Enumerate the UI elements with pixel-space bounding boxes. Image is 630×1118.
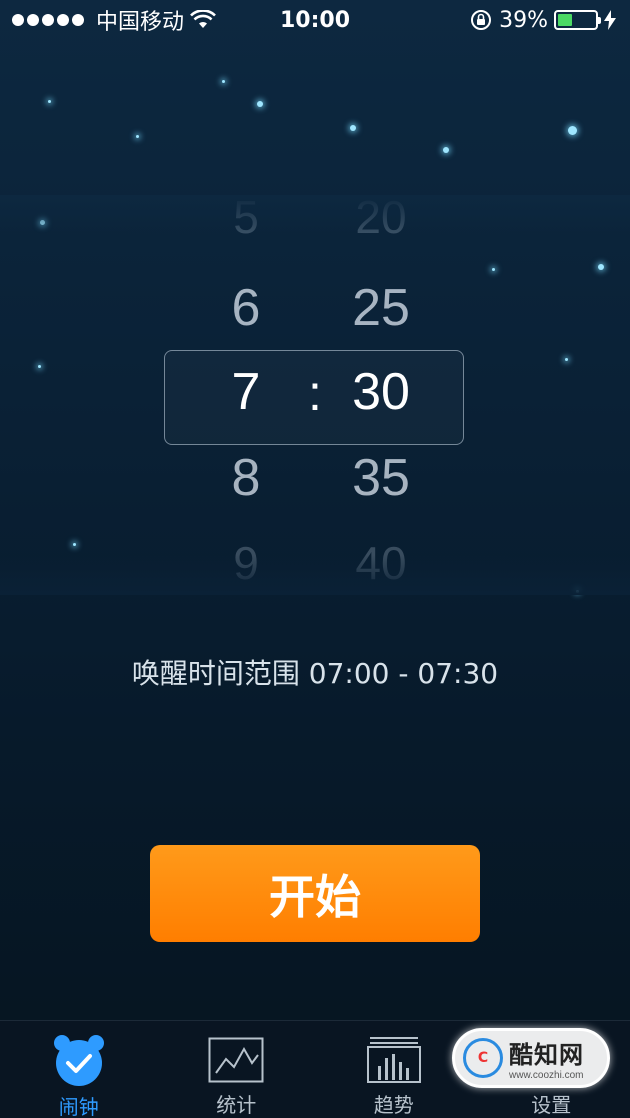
watermark-url: www.coozhi.com <box>509 1070 584 1081</box>
star <box>48 100 51 103</box>
star <box>350 125 356 131</box>
line-chart-icon <box>207 1035 265 1085</box>
watermark-text: 酷知网 www.coozhi.com <box>509 1035 584 1081</box>
alarm-clock-icon <box>50 1035 108 1087</box>
picker-fade-bottom <box>0 555 630 595</box>
status-right: 39% <box>469 8 616 33</box>
watermark-title: 酷知网 <box>509 1041 584 1069</box>
battery-level <box>558 14 573 26</box>
tab-label: 设置 <box>531 1093 572 1117</box>
time-separator: : <box>308 365 322 421</box>
wake-time-range-label: 唤醒时间范围 07:00 - 07:30 <box>131 657 499 690</box>
tab-label: 统计 <box>216 1093 257 1117</box>
minute-option[interactable]: 35 <box>311 448 451 508</box>
star <box>136 135 139 138</box>
tab-statistics[interactable]: 统计 <box>158 1021 316 1118</box>
picker-fade-top <box>0 195 630 235</box>
hour-option[interactable]: 8 <box>176 448 316 508</box>
minute-wheel[interactable]: 20 25 30 35 40 <box>311 190 451 600</box>
charging-bolt-icon <box>604 10 616 30</box>
orientation-lock-icon <box>471 10 492 30</box>
status-left: 中国移动 <box>12 4 216 36</box>
status-bar: 中国移动 10:00 39% <box>0 0 630 40</box>
minute-option[interactable]: 25 <box>311 278 451 338</box>
signal-strength-icon <box>12 14 84 26</box>
watermark-badge: C 酷知网 www.coozhi.com <box>452 1028 610 1088</box>
star <box>568 126 577 135</box>
hour-wheel[interactable]: 5 6 7 8 9 <box>176 190 316 600</box>
watermark-logo-icon: C <box>463 1038 503 1078</box>
bar-chart-icon <box>365 1035 423 1085</box>
battery-percent: 39% <box>499 7 548 33</box>
tab-alarm[interactable]: 闹钟 <box>0 1021 158 1118</box>
start-button[interactable]: 开始 <box>150 845 480 942</box>
hour-option-selected[interactable]: 7 <box>176 362 316 422</box>
star <box>222 80 225 83</box>
minute-option-selected[interactable]: 30 <box>311 362 451 422</box>
star <box>443 147 449 153</box>
hour-option[interactable]: 6 <box>176 278 316 338</box>
tab-trends[interactable]: 趋势 <box>315 1021 473 1118</box>
battery-icon <box>554 10 601 30</box>
carrier-name: 中国移动 <box>96 10 185 35</box>
tab-label: 闹钟 <box>58 1095 99 1118</box>
wifi-icon <box>190 10 216 28</box>
star <box>257 101 263 107</box>
tab-label: 趋势 <box>373 1093 414 1117</box>
